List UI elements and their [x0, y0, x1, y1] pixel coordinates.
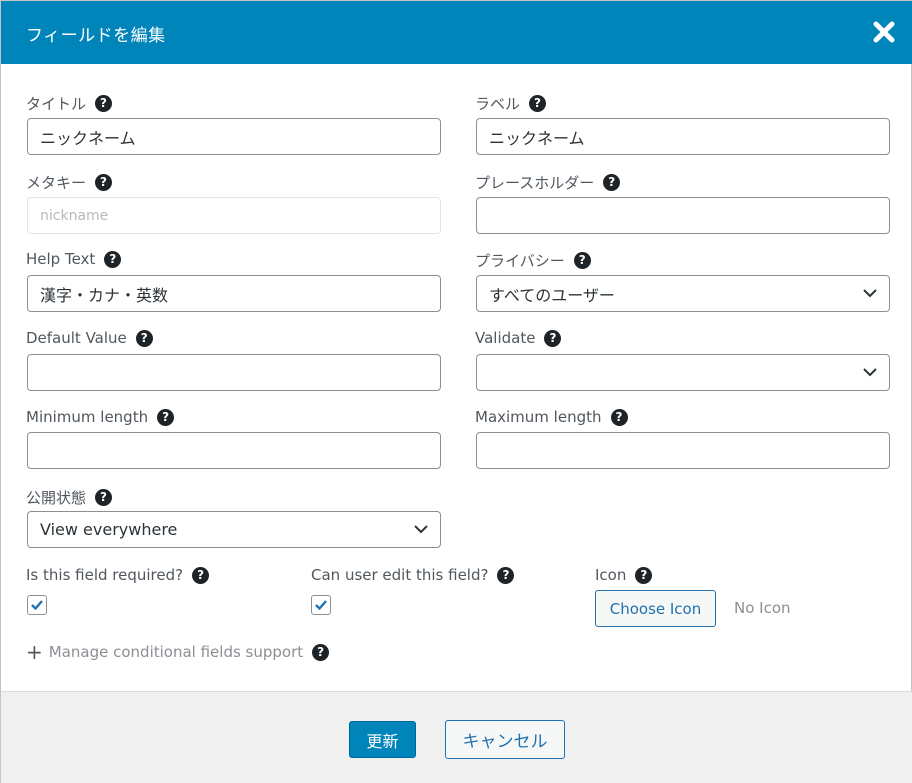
help-icon[interactable]: ? [635, 566, 653, 584]
checkmark-icon [31, 600, 43, 611]
label-input[interactable]: ニックネーム [476, 118, 890, 155]
update-button[interactable]: 更新 [349, 721, 416, 758]
plus-icon: + [26, 640, 43, 664]
privacy-select[interactable]: すべてのユーザー [476, 275, 890, 312]
privacy-label: プライバシー? [475, 250, 591, 271]
title-input[interactable]: ニックネーム [27, 118, 441, 155]
visibility-label: 公開状態? [26, 487, 113, 508]
minimum-length-label: Minimum length? [26, 408, 175, 426]
chevron-down-icon [414, 525, 428, 534]
minimum-length-input[interactable] [27, 432, 441, 469]
visibility-selected-value: View everywhere [40, 520, 178, 539]
title-label: タイトル? [26, 93, 113, 114]
help-icon[interactable]: ? [95, 95, 113, 112]
default-value-label: Default Value? [26, 329, 153, 347]
chevron-down-icon [863, 368, 877, 377]
maximum-length-label: Maximum length? [475, 408, 628, 426]
cancel-button[interactable]: キャンセル [445, 720, 565, 759]
meta-key-label: メタキー? [26, 172, 113, 193]
icon-status: No Icon [734, 599, 791, 617]
required-checkbox[interactable] [27, 595, 47, 615]
manage-conditional-fields[interactable]: + Manage conditional fields support ? [26, 640, 330, 664]
editable-checkbox[interactable] [311, 595, 331, 615]
help-text-input[interactable]: 漢字・カナ・英数 [27, 275, 441, 312]
default-value-input[interactable] [27, 354, 441, 391]
close-icon[interactable] [871, 19, 897, 45]
help-icon[interactable]: ? [610, 408, 628, 426]
dialog-header: フィールドを編集 [1, 1, 912, 64]
dialog-title: フィールドを編集 [26, 26, 166, 46]
required-label: Is this field required?? [26, 566, 210, 584]
help-icon[interactable]: ? [95, 489, 113, 506]
edit-field-dialog: フィールドを編集 タイトル? ニックネーム ラベル? ニックネーム メタキー? … [0, 0, 912, 783]
visibility-select[interactable]: View everywhere [27, 511, 441, 548]
privacy-selected-value: すべてのユーザー [489, 285, 615, 305]
dialog-footer: 更新 キャンセル [1, 691, 912, 783]
chevron-down-icon [863, 289, 877, 298]
help-icon[interactable]: ? [192, 566, 210, 584]
validate-select[interactable] [476, 354, 890, 391]
validate-label: Validate? [475, 329, 562, 347]
help-icon[interactable]: ? [95, 174, 113, 191]
help-icon[interactable]: ? [603, 174, 621, 191]
help-icon[interactable]: ? [497, 566, 515, 584]
icon-label: Icon? [595, 566, 653, 584]
label-label: ラベル? [475, 93, 547, 114]
maximum-length-input[interactable] [476, 432, 890, 469]
placeholder-input[interactable] [476, 197, 890, 234]
help-text-label: Help Text? [26, 250, 122, 268]
checkmark-icon [315, 600, 327, 611]
help-icon[interactable]: ? [104, 250, 122, 268]
editable-label: Can user edit this field?? [311, 566, 515, 584]
help-icon[interactable]: ? [312, 643, 330, 661]
choose-icon-button[interactable]: Choose Icon [595, 590, 716, 627]
help-icon[interactable]: ? [135, 329, 153, 347]
help-icon[interactable]: ? [157, 408, 175, 426]
manage-conditional-label: Manage conditional fields support [48, 643, 304, 661]
help-icon[interactable]: ? [529, 95, 547, 112]
meta-key-input: nickname [27, 197, 441, 234]
help-icon[interactable]: ? [544, 329, 562, 347]
placeholder-label: プレースホルダー? [475, 172, 621, 193]
help-icon[interactable]: ? [573, 252, 591, 269]
